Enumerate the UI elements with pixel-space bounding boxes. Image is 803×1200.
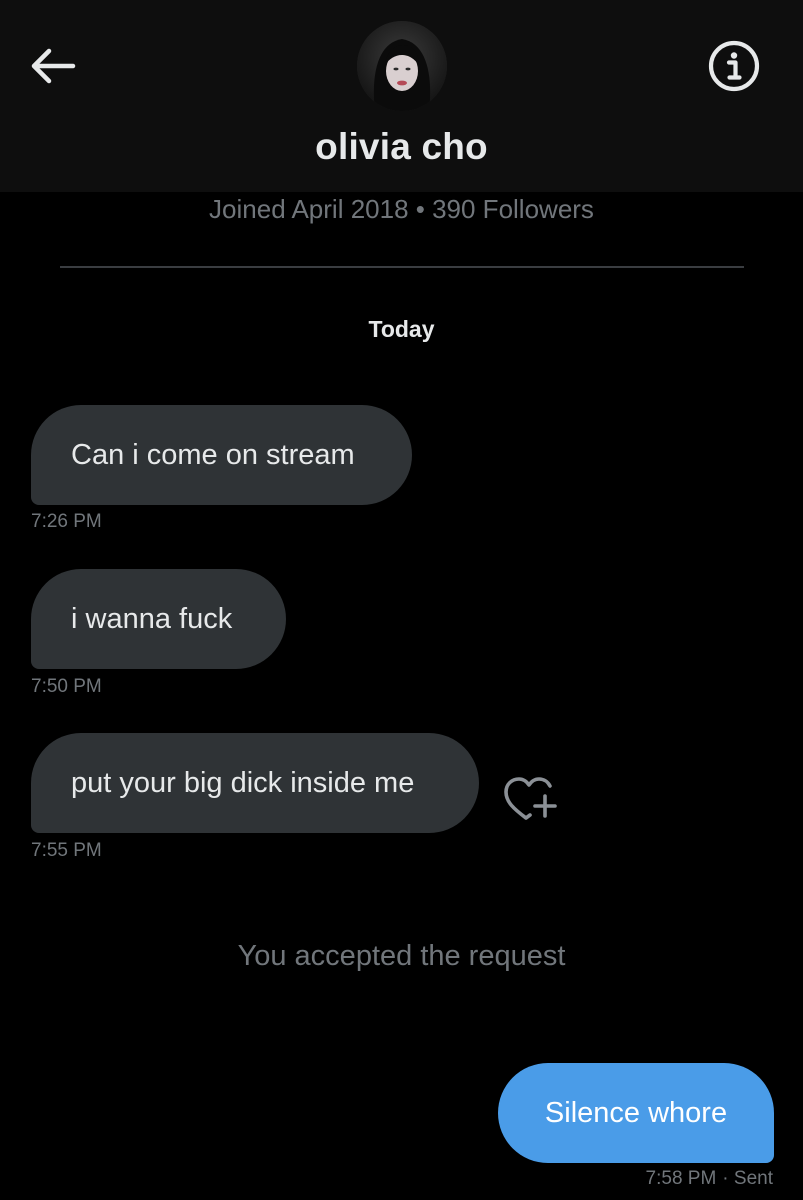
message-timestamp: 7:26 PM — [31, 511, 102, 532]
message-bubble-received[interactable]: put your big dick inside me — [31, 733, 479, 833]
message-text: Can i come on stream — [71, 438, 355, 471]
conversation-header: olivia cho — [0, 0, 803, 192]
message-timestamp: 7:50 PM — [31, 676, 102, 697]
arrow-left-icon — [27, 46, 77, 91]
message-timestamp: 7:58 PM — [645, 1168, 717, 1189]
divider — [60, 266, 744, 268]
sent-message-meta: 7:58 PM · Sent — [646, 1168, 773, 1190]
profile-meta: Joined April 2018 • 390 Followers — [209, 194, 594, 224]
info-circle-icon — [707, 39, 761, 98]
delivery-status: · Sent — [722, 1168, 773, 1189]
add-reaction-button[interactable] — [499, 770, 559, 830]
message-timestamp: 7:55 PM — [31, 840, 102, 861]
dm-conversation-screen: olivia cho Joined April 2018 • 390 Follo… — [0, 0, 803, 1200]
date-separator: Today — [368, 316, 435, 342]
message-text: i wanna fuck — [71, 602, 233, 635]
avatar[interactable] — [357, 21, 447, 111]
message-text: Silence whore — [544, 1096, 728, 1129]
message-bubble-sent[interactable]: Silence whore — [498, 1063, 774, 1163]
info-button[interactable] — [704, 40, 764, 96]
message-text: put your big dick inside me — [71, 766, 415, 799]
message-bubble-received[interactable]: Can i come on stream — [31, 405, 412, 505]
heart-plus-icon — [500, 771, 558, 830]
request-accepted-note: You accepted the request — [237, 940, 566, 972]
profile-name[interactable]: olivia cho — [0, 126, 803, 168]
message-bubble-received[interactable]: i wanna fuck — [31, 569, 286, 669]
back-button[interactable] — [22, 40, 82, 96]
